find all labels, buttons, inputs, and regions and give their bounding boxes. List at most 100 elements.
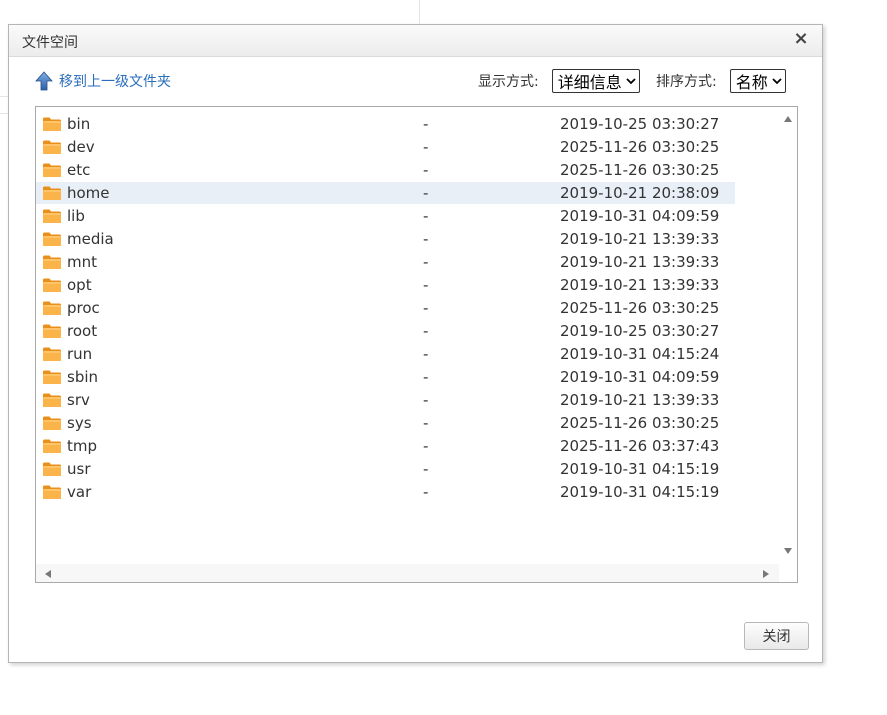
file-date: 2019-10-21 13:39:33 xyxy=(560,253,720,271)
file-row[interactable]: lib - 2019-10-31 04:09:59 xyxy=(36,205,736,228)
file-size: - xyxy=(423,207,429,225)
file-date: 2019-10-31 04:15:19 xyxy=(560,483,720,501)
file-rows: bin - 2019-10-25 03:30:27 dev - 2025-11-26 03… xyxy=(36,113,736,504)
file-size: - xyxy=(423,368,429,386)
file-date: 2025-11-26 03:30:25 xyxy=(560,138,720,156)
file-row[interactable]: var - 2019-10-31 04:15:19 xyxy=(36,481,736,504)
display-mode-value: 详细信息 xyxy=(557,73,622,92)
file-row[interactable]: dev - 2025-11-26 03:30:25 xyxy=(36,136,736,159)
file-name: sbin xyxy=(67,368,99,386)
sort-mode-value: 名称 xyxy=(735,73,768,92)
file-size: - xyxy=(423,299,429,317)
scroll-down-icon[interactable] xyxy=(784,548,792,554)
file-date: 2019-10-31 04:15:19 xyxy=(560,460,720,478)
dialog-title: 文件空间 xyxy=(22,35,78,51)
file-name: media xyxy=(67,230,114,248)
file-row[interactable]: media - 2019-10-21 13:39:33 xyxy=(36,228,736,251)
folder-icon xyxy=(42,415,62,431)
file-name: dev xyxy=(67,138,95,156)
sort-mode-group: 排序方式: 名称 xyxy=(656,69,786,93)
file-row[interactable]: opt - 2019-10-21 13:39:33 xyxy=(36,274,736,297)
file-row[interactable]: home - 2019-10-21 20:38:09 xyxy=(36,182,736,205)
file-date: 2019-10-21 13:39:33 xyxy=(560,276,720,294)
file-date: 2019-10-25 03:30:27 xyxy=(560,115,720,133)
folder-icon xyxy=(42,346,62,362)
file-name: sys xyxy=(67,414,92,432)
folder-icon xyxy=(42,185,62,201)
folder-icon xyxy=(42,484,62,500)
file-row[interactable]: mnt - 2019-10-21 13:39:33 xyxy=(36,251,736,274)
dialog-titlebar: 文件空间 × xyxy=(9,25,822,57)
close-button[interactable]: 关闭 xyxy=(744,622,809,650)
file-name: tmp xyxy=(67,437,98,455)
file-date: 2019-10-21 13:39:33 xyxy=(560,230,720,248)
file-size: - xyxy=(423,253,429,271)
folder-icon xyxy=(42,139,62,155)
file-row[interactable]: proc - 2025-11-26 03:30:25 xyxy=(36,297,736,320)
file-name: var xyxy=(67,483,92,501)
file-name: bin xyxy=(67,115,91,133)
file-name: etc xyxy=(67,161,91,179)
file-size: - xyxy=(423,184,429,202)
folder-icon xyxy=(42,369,62,385)
file-size: - xyxy=(423,276,429,294)
display-mode-select[interactable]: 详细信息 xyxy=(551,69,640,93)
close-icon[interactable]: × xyxy=(792,30,810,48)
file-row[interactable]: run - 2019-10-31 04:15:24 xyxy=(36,343,736,366)
up-arrow-icon xyxy=(35,71,53,91)
file-row[interactable]: tmp - 2025-11-26 03:37:43 xyxy=(36,435,736,458)
file-row[interactable]: usr - 2019-10-31 04:15:19 xyxy=(36,458,736,481)
chevron-down-icon xyxy=(626,78,636,85)
file-row[interactable]: bin - 2019-10-25 03:30:27 xyxy=(36,113,736,136)
file-row[interactable]: sys - 2025-11-26 03:30:25 xyxy=(36,412,736,435)
file-row[interactable]: root - 2019-10-25 03:30:27 xyxy=(36,320,736,343)
file-date: 2019-10-31 04:09:59 xyxy=(560,207,720,225)
file-row[interactable]: etc - 2025-11-26 03:30:25 xyxy=(36,159,736,182)
file-size: - xyxy=(423,391,429,409)
file-name: proc xyxy=(67,299,100,317)
file-row[interactable]: srv - 2019-10-21 13:39:33 xyxy=(36,389,736,412)
file-name: root xyxy=(67,322,98,340)
file-name: srv xyxy=(67,391,90,409)
file-size: - xyxy=(423,161,429,179)
file-name: home xyxy=(67,184,110,202)
file-name: usr xyxy=(67,460,91,478)
folder-icon xyxy=(42,438,62,454)
file-size: - xyxy=(423,437,429,455)
file-date: 2025-11-26 03:30:25 xyxy=(560,161,720,179)
file-name: run xyxy=(67,345,93,363)
file-date: 2019-10-21 13:39:33 xyxy=(560,391,720,409)
scroll-left-icon[interactable] xyxy=(45,570,51,578)
scroll-right-icon[interactable] xyxy=(763,570,769,578)
file-date: 2019-10-25 03:30:27 xyxy=(560,322,720,340)
sort-mode-select[interactable]: 名称 xyxy=(729,69,786,93)
file-size: - xyxy=(423,460,429,478)
file-date: 2019-10-21 20:38:09 xyxy=(560,184,720,202)
file-size: - xyxy=(423,414,429,432)
vertical-scrollbar[interactable] xyxy=(779,107,797,564)
file-size: - xyxy=(423,322,429,340)
scroll-up-icon[interactable] xyxy=(784,116,792,122)
file-size: - xyxy=(423,138,429,156)
folder-icon xyxy=(42,323,62,339)
file-size: - xyxy=(423,115,429,133)
folder-icon xyxy=(42,116,62,132)
folder-icon xyxy=(42,392,62,408)
file-row[interactable]: sbin - 2019-10-31 04:09:59 xyxy=(36,366,736,389)
file-date: 2019-10-31 04:15:24 xyxy=(560,345,720,363)
display-mode-label: 显示方式: xyxy=(478,74,539,90)
file-date: 2019-10-31 04:09:59 xyxy=(560,368,720,386)
file-size: - xyxy=(423,230,429,248)
horizontal-scrollbar[interactable] xyxy=(36,564,779,582)
sort-mode-label: 排序方式: xyxy=(656,74,717,90)
file-size: - xyxy=(423,345,429,363)
file-name: lib xyxy=(67,207,85,225)
background-divider xyxy=(419,0,420,24)
file-date: 2025-11-26 03:30:25 xyxy=(560,299,720,317)
folder-icon xyxy=(42,231,62,247)
folder-icon xyxy=(42,461,62,477)
up-level-link[interactable]: 移到上一级文件夹 xyxy=(35,70,171,92)
chevron-down-icon xyxy=(772,78,782,85)
file-name: opt xyxy=(67,276,92,294)
file-date: 2025-11-26 03:37:43 xyxy=(560,437,720,455)
